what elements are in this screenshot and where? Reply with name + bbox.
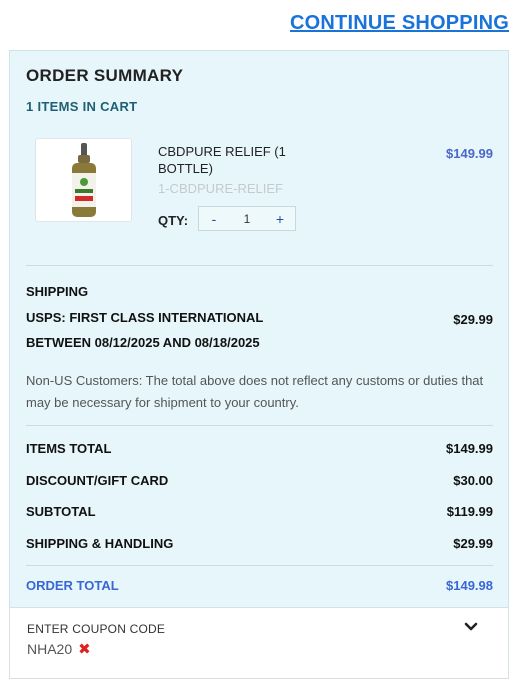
close-icon[interactable]: ✖ <box>78 640 91 658</box>
product-bottle-icon <box>72 143 96 217</box>
divider <box>26 265 493 266</box>
quantity-increase-button[interactable]: + <box>265 211 295 227</box>
coupon-code-value: NHA20 <box>27 641 73 657</box>
discount-value: $30.00 <box>453 473 493 488</box>
shipping-handling-label: SHIPPING & HANDLING <box>26 536 174 551</box>
customs-notice: Non-US Customers: The total above does n… <box>26 373 484 410</box>
shipping-dates: BETWEEN 08/12/2025 AND 08/18/2025 <box>26 335 260 350</box>
divider <box>26 565 493 566</box>
quantity-stepper: - 1 + <box>198 206 296 231</box>
subtotal-value: $119.99 <box>446 504 493 519</box>
order-summary-title: ORDER SUMMARY <box>26 66 184 85</box>
product-price: $149.99 <box>446 146 493 161</box>
product-name: CBDPURE RELIEF (1 BOTTLE) <box>158 144 286 176</box>
quantity-value[interactable]: 1 <box>229 212 265 226</box>
coupon-label: ENTER COUPON CODE <box>27 622 166 636</box>
chevron-down-icon[interactable] <box>464 619 478 637</box>
divider <box>26 425 493 426</box>
coupon-code-applied: NHA20 ✖ <box>27 640 91 658</box>
quantity-label: QTY: <box>158 213 189 228</box>
continue-shopping-link[interactable]: CONTINUE SHOPPING <box>290 12 509 35</box>
product-sku: 1-CBDPURE-RELIEF <box>158 181 283 196</box>
coupon-section: ENTER COUPON CODE NHA20 ✖ <box>9 608 509 679</box>
items-in-cart-count: 1 ITEMS IN CART <box>26 99 138 114</box>
product-image <box>35 138 132 222</box>
items-total-value: $149.99 <box>446 441 493 456</box>
order-summary-panel: ORDER SUMMARY 1 ITEMS IN CART CBDPURE RE… <box>9 50 509 608</box>
items-total-label: ITEMS TOTAL <box>26 441 112 456</box>
order-total-label: ORDER TOTAL <box>26 578 119 593</box>
discount-label: DISCOUNT/GIFT CARD <box>26 473 169 488</box>
subtotal-label: SUBTOTAL <box>26 504 96 519</box>
shipping-method: USPS: FIRST CLASS INTERNATIONAL <box>26 310 264 325</box>
order-total-value: $149.98 <box>446 578 493 593</box>
shipping-heading: SHIPPING <box>26 284 89 299</box>
shipping-handling-value: $29.99 <box>453 536 493 551</box>
quantity-decrease-button[interactable]: - <box>199 211 229 227</box>
shipping-method-price: $29.99 <box>453 312 493 327</box>
